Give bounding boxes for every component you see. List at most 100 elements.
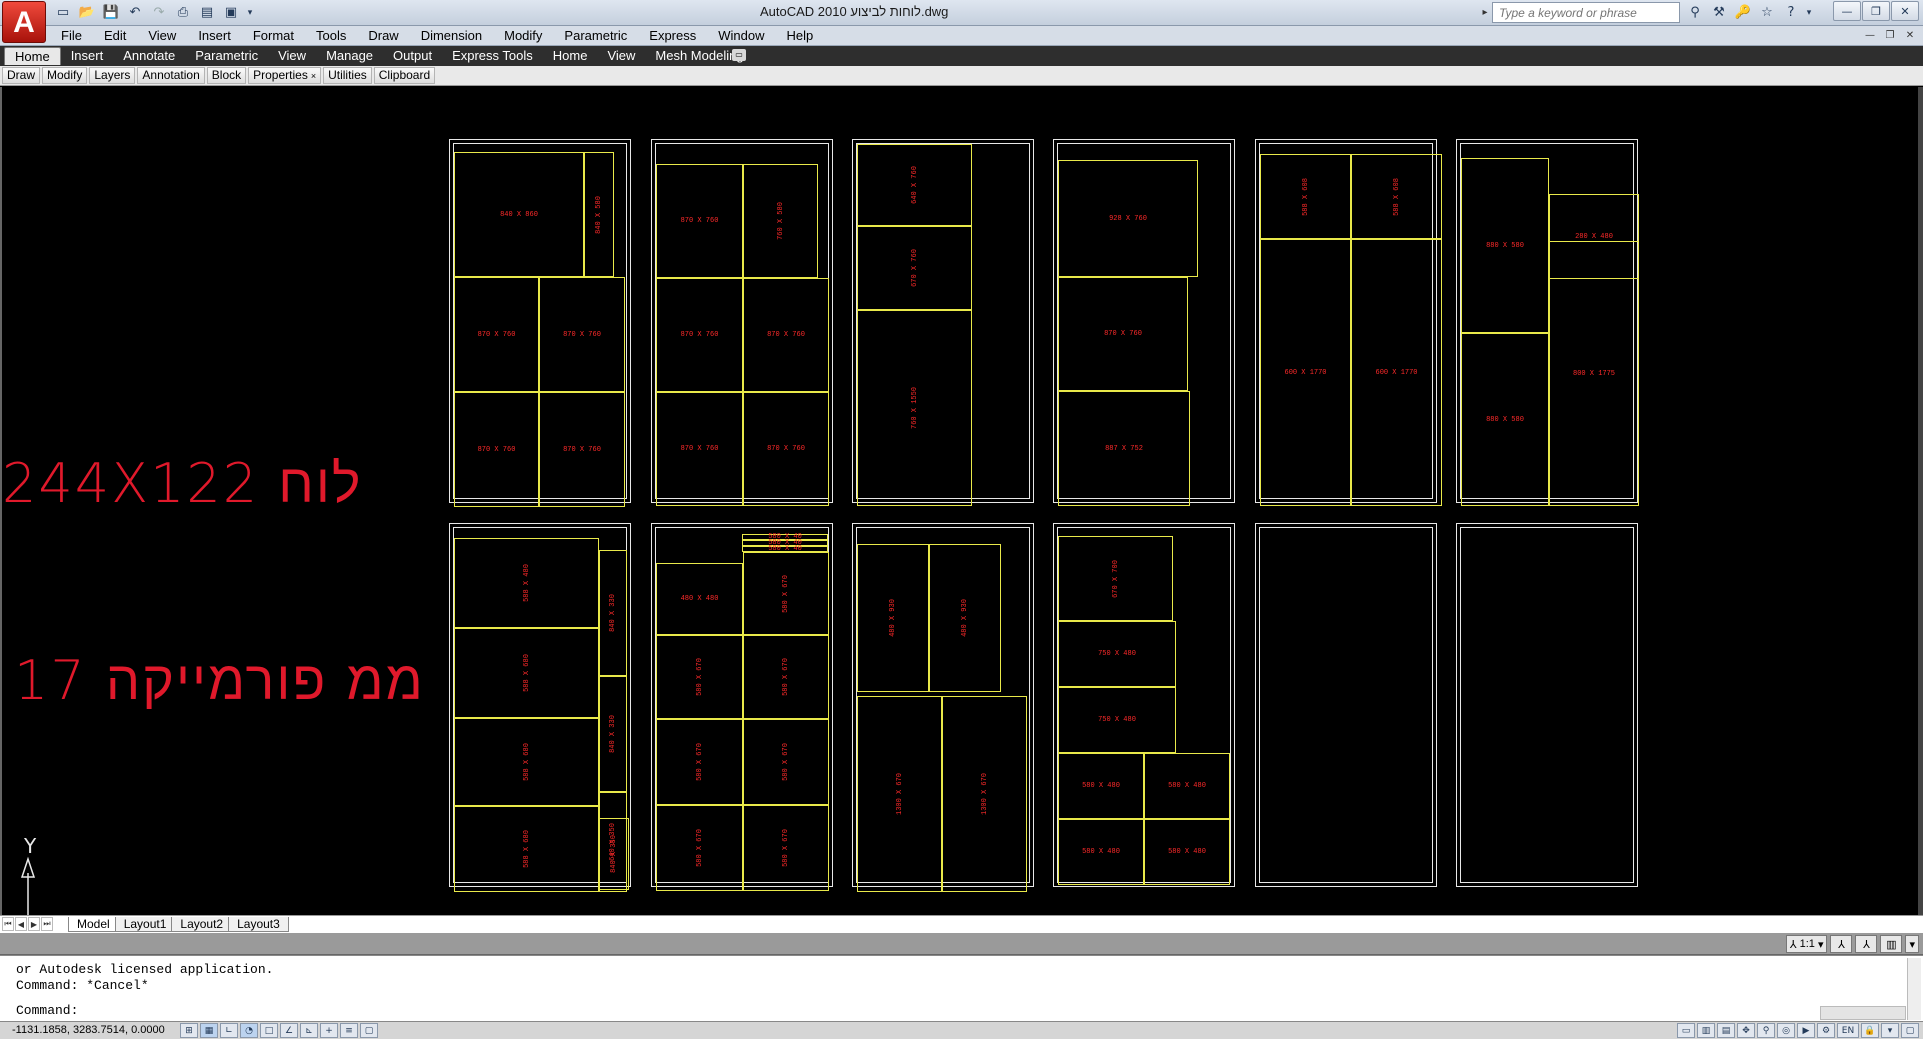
publish-icon[interactable]: ▣ <box>220 2 242 23</box>
ribbon-panel-button[interactable]: Annotation <box>137 67 205 84</box>
open-file-icon[interactable]: 📂 <box>76 2 98 23</box>
ribbon-tab[interactable]: Output <box>383 47 442 65</box>
quick-view-drawings-icon[interactable]: ▤ <box>1717 1023 1735 1038</box>
menu-item[interactable]: Help <box>776 27 825 44</box>
auto-scale-icon[interactable]: ⅄ <box>1855 935 1878 953</box>
menu-item[interactable]: File <box>50 27 93 44</box>
menu-item[interactable]: Tools <box>305 27 357 44</box>
drawing-scrollbar[interactable] <box>1918 87 1923 915</box>
menu-item[interactable]: Format <box>242 27 305 44</box>
ortho-mode-icon[interactable]: ∟ <box>220 1023 238 1038</box>
plot-preview-icon[interactable]: ▤ <box>196 2 218 23</box>
clean-screen-icon[interactable]: ▢ <box>1901 1023 1919 1038</box>
minimize-icon[interactable]: — <box>1833 1 1861 21</box>
menu-item[interactable]: Dimension <box>410 27 493 44</box>
search-expand-icon[interactable]: ▸ <box>1478 2 1492 23</box>
binoculars-icon[interactable]: ⚲ <box>1684 2 1706 23</box>
menu-item[interactable]: Edit <box>93 27 137 44</box>
dynamic-input-icon[interactable]: + <box>320 1023 338 1038</box>
menu-item[interactable]: View <box>137 27 187 44</box>
qat-dropdown-icon[interactable]: ▾ <box>244 2 256 23</box>
status-menu-icon[interactable]: ▾ <box>1881 1023 1899 1038</box>
object-snap-tracking-icon[interactable]: ∠ <box>280 1023 298 1038</box>
close-icon[interactable]: ✕ <box>1891 1 1919 21</box>
dynamic-ucs-icon[interactable]: ⊾ <box>300 1023 318 1038</box>
annotation-visibility-icon[interactable]: ⅄ <box>1830 935 1853 953</box>
zoom-icon[interactable]: ⚲ <box>1757 1023 1775 1038</box>
command-input[interactable] <box>90 1002 1790 1019</box>
showmotion-icon[interactable]: ▶ <box>1797 1023 1815 1038</box>
steeringwheel-icon[interactable]: ◎ <box>1777 1023 1795 1038</box>
subscription-icon[interactable]: ⚒ <box>1708 2 1730 23</box>
quick-view-layouts-icon[interactable]: ▥ <box>1697 1023 1715 1038</box>
ribbon-panel-button[interactable]: Modify <box>42 67 88 84</box>
layout-tab[interactable]: Model <box>68 917 119 932</box>
layout-tab[interactable]: Layout1 <box>114 917 176 932</box>
menu-item[interactable]: Window <box>707 27 775 44</box>
ribbon-panel-button[interactable]: Properties × <box>248 67 322 84</box>
menu-item[interactable]: Insert <box>187 27 242 44</box>
ribbon-tab[interactable]: View <box>597 47 645 65</box>
help-icon[interactable]: ? <box>1780 2 1802 23</box>
polar-tracking-icon[interactable]: ◔ <box>240 1023 258 1038</box>
plot-icon[interactable]: ⎙ <box>172 2 194 23</box>
ribbon-tab[interactable]: Annotate <box>113 47 185 65</box>
cut-part: 840 X 330 <box>599 550 627 676</box>
first-tab-icon[interactable]: ⏮ <box>2 917 14 931</box>
undo-icon[interactable]: ↶ <box>124 2 146 23</box>
lineweight-icon[interactable]: ≡ <box>340 1023 358 1038</box>
annotation-scale-button[interactable]: ⅄ 1:1 ▾ <box>1785 935 1828 953</box>
ribbon-panel-button[interactable]: Block <box>206 67 247 84</box>
layout-tab[interactable]: Layout2 <box>171 917 233 932</box>
menu-item[interactable]: Modify <box>493 27 553 44</box>
communication-icon[interactable]: 🔑 <box>1732 2 1754 23</box>
language-indicator[interactable]: EN <box>1837 1023 1859 1038</box>
ribbon-tab[interactable]: Insert <box>61 47 114 65</box>
menu-item[interactable]: Parametric <box>553 27 638 44</box>
snap-mode-icon[interactable]: ⊞ <box>180 1023 198 1038</box>
pan-icon[interactable]: ✥ <box>1737 1023 1755 1038</box>
prev-tab-icon[interactable]: ◀ <box>15 917 27 931</box>
ribbon-panel-button[interactable]: Layers <box>89 67 136 84</box>
doc-minimize-icon[interactable]: — <box>1861 27 1879 43</box>
ribbon-tab[interactable]: Manage <box>316 47 383 65</box>
ribbon-panel-button[interactable]: Clipboard <box>373 67 436 84</box>
favorites-star-icon[interactable]: ☆ <box>1756 2 1778 23</box>
ribbon-panel-button[interactable]: Draw <box>2 67 41 84</box>
ribbon-tab[interactable]: Home <box>4 47 61 65</box>
ribbon-tab[interactable]: View <box>268 47 316 65</box>
ribbon-tab[interactable]: Express Tools <box>442 47 543 65</box>
application-menu-button[interactable]: A <box>2 1 46 43</box>
drawing-canvas[interactable]: 840 X 860 840 X 580 870 X 760 870 X 760 870 … <box>0 87 1923 982</box>
object-snap-icon[interactable]: □ <box>260 1023 278 1038</box>
ribbon-tab[interactable]: Parametric <box>185 47 268 65</box>
last-tab-icon[interactable]: ⏭ <box>41 917 53 931</box>
ribbon-panel-button[interactable]: Utilities <box>323 67 372 84</box>
help-dropdown-icon[interactable]: ▾ <box>1804 2 1814 23</box>
search-input[interactable] <box>1492 2 1680 23</box>
ribbon-panel-label: Properties <box>253 68 308 82</box>
command-scrollbar[interactable] <box>1907 958 1921 1020</box>
grid-display-icon[interactable]: ▦ <box>200 1023 218 1038</box>
doc-close-icon[interactable]: ✕ <box>1901 27 1919 43</box>
quick-properties-icon[interactable]: ▢ <box>360 1023 378 1038</box>
doc-restore-icon[interactable]: ❐ <box>1881 27 1899 43</box>
panel-expand-icon[interactable]: × <box>311 71 316 81</box>
restore-icon[interactable]: ❐ <box>1862 1 1890 21</box>
menu-item[interactable]: Draw <box>357 27 409 44</box>
workspace-switch-icon[interactable]: ⚙ <box>1817 1023 1835 1038</box>
annotation-menu-icon[interactable]: ▾ <box>1905 935 1919 953</box>
menu-item[interactable]: Express <box>638 27 707 44</box>
lock-icon[interactable]: 🔒 <box>1861 1023 1879 1038</box>
save-icon[interactable]: 💾 <box>100 2 122 23</box>
workspace-icon[interactable]: ▥ <box>1880 935 1903 953</box>
ribbon-tab[interactable]: Home <box>543 47 598 65</box>
new-file-icon[interactable]: ▭ <box>52 2 74 23</box>
next-tab-icon[interactable]: ▶ <box>28 917 40 931</box>
model-space-icon[interactable]: ▭ <box>1677 1023 1695 1038</box>
layout-tab[interactable]: Layout3 <box>228 917 289 932</box>
ribbon-minimize-icon[interactable]: ▭ <box>732 49 746 61</box>
coordinate-readout[interactable]: -1131.1858, 3283.7514, 0.0000 <box>12 1024 165 1036</box>
command-horizontal-scrollbar[interactable] <box>1820 1006 1906 1020</box>
redo-icon[interactable]: ↷ <box>148 2 170 23</box>
